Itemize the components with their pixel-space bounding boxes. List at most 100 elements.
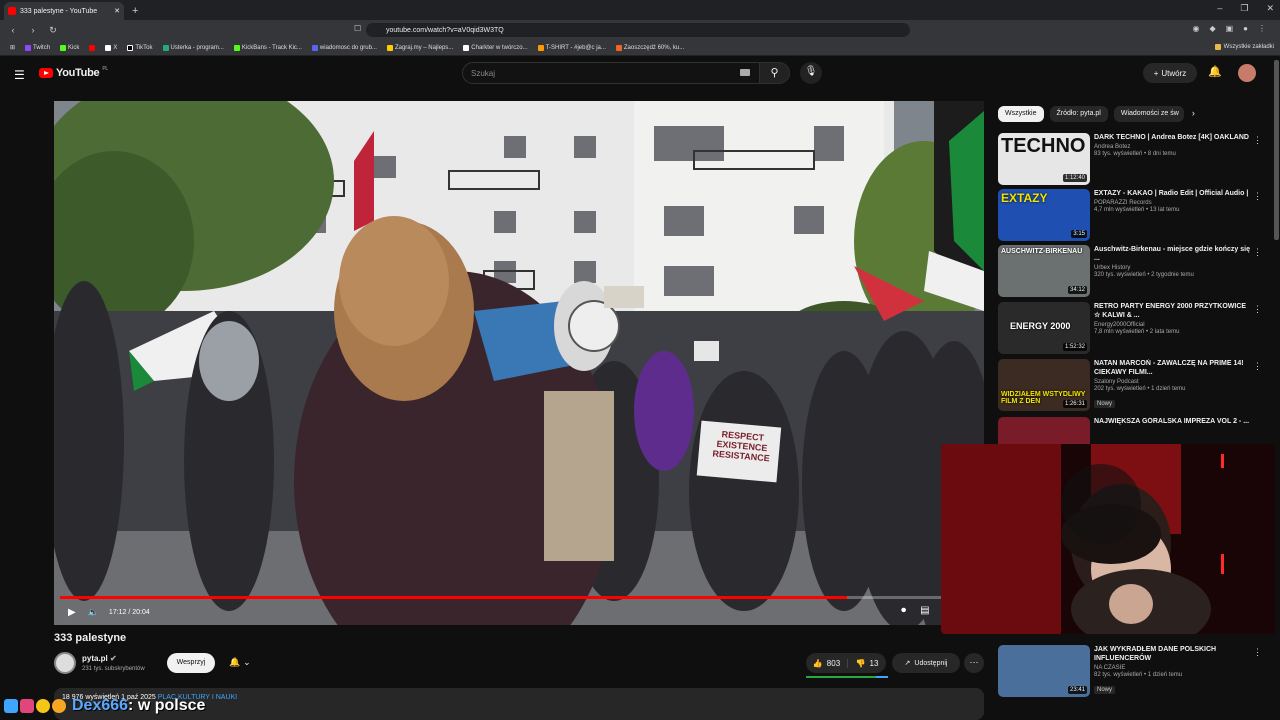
thumbnail-text: AUSCHWITZ-BIRKENAU: [1001, 248, 1083, 255]
forward-icon[interactable]: ›: [26, 25, 40, 35]
recommendation-title[interactable]: DARK TECHNO | Andrea Botez [4K] OAKLAND: [1094, 133, 1254, 142]
more-vert-icon[interactable]: ⋮: [1253, 135, 1262, 146]
account-avatar[interactable]: [1238, 64, 1256, 82]
video-frame: [54, 101, 984, 625]
recommendation-title[interactable]: JAK WYKRADŁEM DANE POLSKICH INFLUENCERÓW: [1094, 645, 1254, 663]
bookmark-item[interactable]: T-SHIRT - #jeb@c ja...: [537, 44, 606, 51]
video-thumbnail[interactable]: TECHNO 1:12:40: [998, 133, 1090, 185]
close-tab-icon[interactable]: ✕: [114, 7, 120, 15]
recommendation-meta: 320 tys. wyświetleń • 2 tygodnie temu: [1094, 272, 1194, 278]
menu-icon[interactable]: ⋮: [1258, 24, 1266, 33]
chip-news[interactable]: Wiadomości ze św: [1113, 106, 1184, 122]
browser-tab[interactable]: 333 palestyne - YouTube ✕: [4, 2, 124, 20]
more-actions-button[interactable]: ⋯: [964, 653, 984, 673]
recommendation-item[interactable]: ENERGY 2000 1:52:32 RETRO PARTY ENERGY 2…: [998, 302, 1274, 356]
more-vert-icon[interactable]: ⋮: [1253, 191, 1262, 202]
recommendation-channel[interactable]: POPARAZZI Records: [1094, 200, 1254, 206]
bookmark-item[interactable]: Twitch: [25, 44, 50, 51]
progress-bar[interactable]: [60, 596, 978, 599]
notifications-bell-icon[interactable]: 🔔: [1208, 65, 1222, 78]
recommendation-channel[interactable]: Andrea Botez: [1094, 144, 1254, 150]
recommendation-item[interactable]: EXTAZY 3:15 EXTAZY - KAKAO | Radio Edit …: [998, 189, 1274, 243]
bookmark-item[interactable]: Zaoszczędź 60%, ku...: [615, 44, 684, 51]
bookmark-item[interactable]: Charkter w twórczo...: [463, 44, 528, 51]
video-thumbnail[interactable]: WIDZIAŁEM WSTYDLIWY FILM Z DEN 1:26:31: [998, 359, 1090, 411]
new-tab-button[interactable]: +: [132, 5, 138, 17]
recommendation-title[interactable]: NAJWIĘKSZA GÓRALSKA IMPREZA VOL 2 - ...: [1094, 417, 1254, 426]
recommendation-title[interactable]: Auschwitz-Birkenau - miejsce gdzie kończ…: [1094, 245, 1254, 263]
like-button[interactable]: 👍 803: [806, 658, 848, 668]
recommendation-channel[interactable]: Szalony Podcast: [1094, 379, 1254, 385]
recommendation-item[interactable]: 23:41 JAK WYKRADŁEM DANE POLSKICH INFLUE…: [998, 645, 1274, 699]
extensions-area: ◉ ◆ ▣ ● ⋮: [1192, 24, 1266, 33]
keyboard-icon[interactable]: [740, 69, 750, 76]
extension-icon[interactable]: ◉: [1192, 24, 1199, 33]
more-vert-icon[interactable]: ⋮: [1253, 304, 1262, 315]
video-thumbnail[interactable]: 23:41: [998, 645, 1090, 697]
chevron-right-icon[interactable]: ›: [1192, 106, 1195, 122]
video-player[interactable]: RESPECT EXISTENCE RESISTANCE ▶ 🔈 17:12 /…: [54, 101, 984, 625]
extension-icon[interactable]: ▣: [1226, 24, 1234, 33]
support-button[interactable]: Wesprzyj: [167, 653, 215, 673]
dislike-button[interactable]: 👎 13: [848, 659, 886, 668]
duration-badge: 1:26:31: [1062, 400, 1087, 408]
close-window-icon[interactable]: ✕: [1266, 3, 1274, 14]
bookmark-item[interactable]: Kick: [60, 44, 79, 51]
recommendation-item[interactable]: TECHNO 1:12:40 DARK TECHNO | Andrea Bote…: [998, 133, 1274, 187]
recommendation-title[interactable]: NATAN MARCOŃ - ZAWALCZĘ NA PRIME 14! CIE…: [1094, 359, 1254, 377]
bookmark-item[interactable]: TikTok: [127, 44, 153, 51]
page-scrollbar[interactable]: [1274, 60, 1279, 240]
recommendation-channel[interactable]: Urbex History: [1094, 265, 1254, 271]
autoplay-toggle[interactable]: ⏺: [901, 605, 906, 616]
maximize-icon[interactable]: ❐: [1240, 3, 1248, 14]
chip-source[interactable]: Źródło: pyta.pl: [1049, 106, 1108, 122]
extension-icon[interactable]: ◆: [1209, 24, 1215, 33]
bookmark-item[interactable]: X: [105, 44, 117, 51]
recommendation-title[interactable]: RETRO PARTY ENERGY 2000 PRZYTKOWICE ☆ KA…: [1094, 302, 1254, 320]
chip-all[interactable]: Wszystkie: [998, 106, 1044, 122]
recommendation-item[interactable]: WIDZIAŁEM WSTYDLIWY FILM Z DEN 1:26:31 N…: [998, 359, 1274, 413]
profile-icon[interactable]: ●: [1243, 24, 1248, 33]
volume-icon[interactable]: 🔈: [88, 607, 99, 618]
reload-icon[interactable]: ↻: [46, 25, 60, 36]
address-bar[interactable]: youtube.com/watch?v=aV0qid3W3TQ: [366, 23, 910, 37]
youtube-logo[interactable]: YouTube PL: [39, 66, 108, 79]
channel-name[interactable]: pyta.pl ✔: [82, 654, 117, 663]
channel-avatar[interactable]: [54, 652, 76, 674]
menu-hamburger-icon[interactable]: ☰: [14, 68, 25, 82]
duration-badge: 34:12: [1067, 286, 1087, 294]
subtitles-icon[interactable]: ▤: [920, 605, 929, 616]
bookmark-item[interactable]: KickBans - Track Kic...: [233, 44, 302, 51]
video-thumbnail[interactable]: AUSCHWITZ-BIRKENAU 34:12: [998, 245, 1090, 297]
minimize-icon[interactable]: –: [1217, 3, 1222, 14]
recommendation-channel[interactable]: Energy2000Official: [1094, 322, 1254, 328]
recommendation-item[interactable]: AUSCHWITZ-BIRKENAU 34:12 Auschwitz-Birke…: [998, 245, 1274, 299]
search-button[interactable]: ⚲: [760, 62, 790, 84]
subscribed-bell-button[interactable]: 🔔 ⌄: [222, 654, 258, 672]
more-vert-icon[interactable]: ⋮: [1253, 361, 1262, 372]
search-input[interactable]: Szukaj: [462, 62, 760, 84]
voice-search-button[interactable]: 🎙: [800, 62, 822, 84]
bookmark-item[interactable]: Usterka - program...: [162, 44, 224, 51]
bookmark-item[interactable]: [89, 44, 96, 51]
bookmark-item[interactable]: wiadomosc do grub...: [311, 44, 377, 51]
video-thumbnail[interactable]: ENERGY 2000 1:52:32: [998, 302, 1090, 354]
like-ratio-bar: [806, 676, 888, 678]
bookmark-icon[interactable]: ☐: [354, 24, 361, 33]
microphone-icon: 🎙: [804, 66, 818, 77]
all-bookmarks[interactable]: Wszystkie zakładki: [1214, 44, 1274, 50]
more-vert-icon[interactable]: ⋮: [1253, 647, 1262, 658]
youtube-favicon-icon: [8, 7, 16, 15]
recommendation-channel[interactable]: NA CZASIE: [1094, 665, 1254, 671]
bookmark-item[interactable]: Zagraj.my – Najleps...: [386, 44, 453, 51]
more-vert-icon[interactable]: ⋮: [1253, 247, 1262, 258]
recommendation-title[interactable]: EXTAZY - KAKAO | Radio Edit | Official A…: [1094, 189, 1254, 198]
create-button[interactable]: + Utwórz: [1143, 63, 1197, 83]
back-icon[interactable]: ‹: [6, 25, 20, 35]
search-placeholder: Szukaj: [471, 69, 496, 78]
apps-icon[interactable]: ⊞: [10, 44, 15, 51]
region-code: PL: [102, 66, 108, 72]
video-thumbnail[interactable]: EXTAZY 3:15: [998, 189, 1090, 241]
play-icon[interactable]: ▶: [68, 607, 76, 618]
share-button[interactable]: ↗ Udostępnij: [892, 653, 960, 673]
